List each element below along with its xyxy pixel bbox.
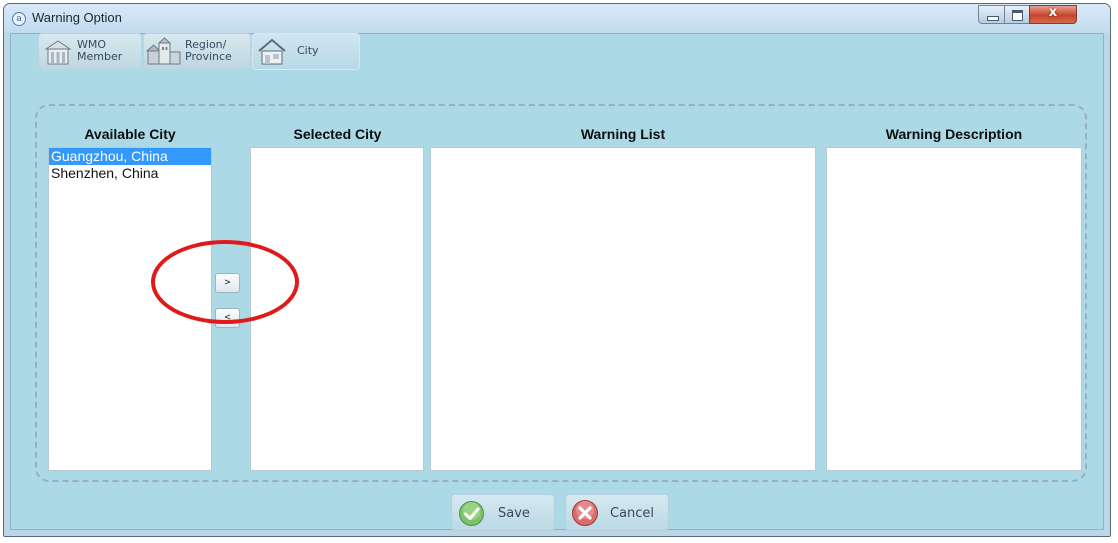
member-building-icon	[44, 40, 72, 65]
cancel-button-label: Cancel	[610, 506, 655, 521]
list-item-guangzhou[interactable]: Guangzhou, China	[49, 148, 211, 165]
cancel-x-icon	[572, 500, 598, 526]
close-icon: x	[1048, 5, 1058, 20]
warning-list[interactable]	[430, 147, 816, 471]
maximize-icon	[1012, 10, 1023, 21]
app-icon: a	[12, 12, 26, 26]
close-button[interactable]: x	[1029, 5, 1077, 24]
save-button[interactable]: Save	[451, 494, 555, 531]
tab-city[interactable]: City	[252, 33, 360, 70]
warning-list-header: Warning List	[580, 126, 666, 142]
window-title: Warning Option	[32, 10, 122, 25]
selected-city-header: Selected City	[293, 126, 382, 142]
minimize-icon	[987, 16, 999, 21]
tab-city-label: City	[297, 44, 319, 57]
tab-region-province-label-2: Province	[185, 50, 232, 63]
available-city-header: Available City	[84, 126, 176, 142]
maximize-button[interactable]	[1004, 5, 1030, 24]
add-city-button[interactable]: >	[215, 273, 240, 293]
remove-city-button[interactable]: <	[215, 308, 240, 328]
save-button-label: Save	[498, 506, 530, 521]
available-city-list[interactable]: Guangzhou, China Shenzhen, China	[48, 147, 212, 471]
city-house-icon	[258, 38, 286, 65]
warning-description-list[interactable]	[826, 147, 1082, 471]
cancel-button[interactable]: Cancel	[565, 494, 669, 531]
tab-wmo-member[interactable]: WMO Member	[38, 33, 142, 70]
tab-wmo-member-label-2: Member	[77, 50, 123, 63]
tab-region-province[interactable]: Region/ Province	[143, 33, 251, 70]
list-item-shenzhen[interactable]: Shenzhen, China	[49, 165, 211, 182]
minimize-button[interactable]	[978, 5, 1005, 24]
selected-city-list[interactable]	[250, 147, 424, 471]
title-bar[interactable]: a Warning Option x	[4, 4, 1110, 33]
checkmark-icon	[459, 501, 484, 526]
region-buildings-icon	[146, 37, 181, 65]
warning-description-header: Warning Description	[885, 126, 1023, 142]
